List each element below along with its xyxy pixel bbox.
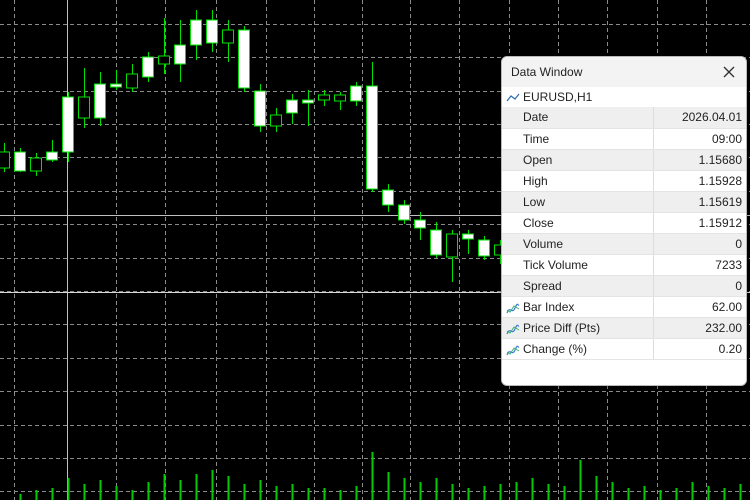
row-label-cell: Tick Volume (502, 254, 654, 276)
candle-body (254, 90, 266, 127)
data-window-title: Data Window (511, 65, 583, 79)
candle-body (414, 219, 426, 229)
row-value: 7233 (653, 254, 746, 276)
row-label-cell: Close (502, 212, 654, 234)
row-value: 0 (653, 275, 746, 297)
row-label: High (523, 173, 548, 188)
candle-body (142, 56, 154, 78)
data-row[interactable]: Tick Volume 7233 (502, 254, 746, 276)
row-label: Date (523, 110, 549, 125)
data-row[interactable]: Open 1.15680 (502, 149, 746, 171)
row-value: 1.15912 (653, 212, 746, 234)
row-label: Bar Index (523, 299, 575, 314)
candle-body (62, 96, 74, 153)
row-label-cell: Open (502, 149, 654, 171)
row-label: Spread (523, 278, 562, 293)
candle-body (238, 29, 250, 89)
candle-body (46, 151, 58, 161)
candle-body (174, 44, 186, 65)
row-label: Low (523, 194, 546, 209)
row-label: Time (523, 131, 550, 146)
close-icon[interactable] (718, 61, 740, 83)
row-value: 1.15619 (653, 191, 746, 213)
candle-body (302, 99, 314, 104)
data-row[interactable]: Date 2026.04.01 (502, 107, 746, 129)
candle-body (430, 229, 442, 256)
candle-body (222, 29, 234, 44)
row-label-cell: Date (502, 107, 654, 129)
data-row[interactable]: Time 09:00 (502, 128, 746, 150)
candle-body (286, 99, 298, 114)
data-row[interactable]: Change (%) 0.20 (502, 338, 746, 360)
candle-body (382, 189, 394, 206)
candle-body (270, 114, 282, 127)
candle-body (206, 19, 218, 44)
candle-body (462, 233, 474, 240)
row-value: 232.00 (653, 317, 746, 339)
row-value: 0 (653, 233, 746, 255)
candle-body (94, 83, 106, 119)
candle-body (446, 233, 458, 258)
row-label: Open (523, 152, 553, 167)
row-label-cell: Low (502, 191, 654, 213)
row-label-cell: Change (%) (502, 338, 654, 360)
symbol-label: EURUSD,H1 (523, 90, 593, 104)
data-window[interactable]: Data Window EURUSD,H1 Date 2026.04.01 Time… (501, 56, 747, 386)
row-label-cell: Volume (502, 233, 654, 255)
row-value: 0.20 (653, 338, 746, 360)
candle-body (78, 96, 90, 119)
row-label-cell: Bar Index (502, 296, 654, 318)
row-label: Volume (523, 236, 564, 251)
row-value: 2026.04.01 (653, 107, 746, 129)
row-label-cell: High (502, 170, 654, 192)
row-label-cell: Spread (502, 275, 654, 297)
row-label: Change (%) (523, 341, 588, 356)
candle-body (0, 151, 10, 169)
candle-body (126, 73, 138, 89)
custom-indicator-icon (506, 343, 520, 363)
row-value: 62.00 (653, 296, 746, 318)
row-label: Close (523, 215, 554, 230)
candle-body (110, 83, 122, 88)
candle-body (366, 85, 378, 190)
row-value: 1.15680 (653, 149, 746, 171)
data-row[interactable]: High 1.15928 (502, 170, 746, 192)
row-label-cell: Price Diff (Pts) (502, 317, 654, 339)
candle-body (158, 55, 170, 65)
candle-body (30, 157, 42, 172)
data-window-titlebar[interactable]: Data Window (502, 57, 746, 88)
row-value: 1.15928 (653, 170, 746, 192)
candle-body (190, 19, 202, 46)
candle-body (350, 85, 362, 102)
data-row[interactable]: Price Diff (Pts) 232.00 (502, 317, 746, 339)
row-label-cell: Time (502, 128, 654, 150)
candle-body (478, 239, 490, 257)
data-row[interactable]: Bar Index 62.00 (502, 296, 746, 318)
candle-body (398, 204, 410, 221)
row-value: 09:00 (653, 128, 746, 150)
data-row[interactable]: Close 1.15912 (502, 212, 746, 234)
candle-body (334, 94, 346, 102)
symbol-row[interactable]: EURUSD,H1 (502, 87, 746, 107)
candle-body (14, 151, 26, 172)
row-label: Price Diff (Pts) (523, 320, 601, 335)
row-label: Tick Volume (523, 257, 588, 272)
data-table: Date 2026.04.01 Time 09:00 Open 1.15680 High 1.… (502, 107, 746, 360)
data-row[interactable]: Volume 0 (502, 233, 746, 255)
data-row[interactable]: Spread 0 (502, 275, 746, 297)
candle-body (318, 94, 330, 101)
data-row[interactable]: Low 1.15619 (502, 191, 746, 213)
